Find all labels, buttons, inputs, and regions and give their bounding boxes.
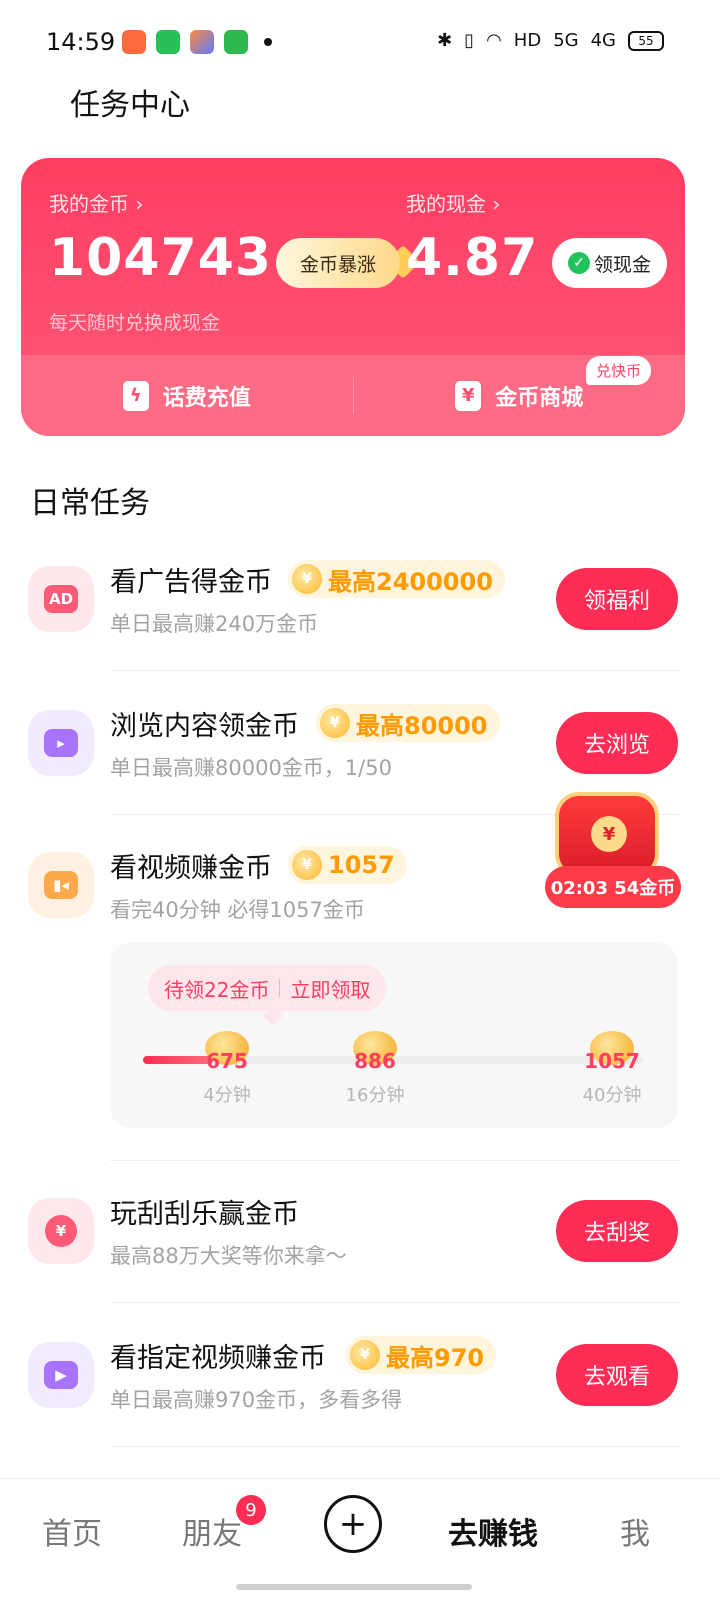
claim-welfare-button[interactable]: 领福利 bbox=[556, 568, 678, 630]
task-subtitle: 单日最高赚970金币，多看多得 bbox=[110, 1388, 403, 1412]
task-subtitle: 看完40分钟 必得1057金币 bbox=[110, 898, 365, 922]
chest-timer[interactable]: 02:03 54金币 bbox=[545, 866, 681, 908]
video-icon: ▮◂ bbox=[28, 852, 94, 918]
lightning-icon: ϟ bbox=[122, 380, 149, 411]
reward-text: 最高970 bbox=[386, 1343, 485, 1372]
milestone-3: 1057 40分钟 bbox=[572, 1031, 652, 1107]
pending-text: 待领22金币 bbox=[164, 977, 270, 1002]
coin-icon: ¥ bbox=[292, 850, 322, 880]
claim-cash-label: 领现金 bbox=[593, 253, 651, 276]
reward-pill: ¥ 1057 bbox=[288, 846, 407, 884]
reward-pill: ¥ 最高970 bbox=[346, 1336, 497, 1374]
signal-4g-label: 4G bbox=[590, 30, 616, 51]
more-notifications-icon bbox=[264, 38, 272, 46]
page-title: 任务中心 bbox=[70, 88, 190, 123]
battery-icon: 55 bbox=[628, 30, 664, 51]
vibrate-icon: ▯ bbox=[464, 30, 475, 51]
mall-badge: 兑快币 bbox=[585, 356, 651, 385]
friends-badge: 9 bbox=[236, 1495, 266, 1525]
milestone-value: 886 bbox=[354, 1049, 396, 1073]
go-scratch-button[interactable]: 去刮奖 bbox=[556, 1200, 678, 1262]
wechat-icon: ✓ bbox=[567, 252, 590, 274]
reward-pill: ¥ 最高80000 bbox=[316, 704, 500, 742]
bluetooth-icon: ✱ bbox=[437, 30, 453, 51]
coin-icon: ¥ bbox=[320, 708, 350, 738]
go-browse-button[interactable]: 去浏览 bbox=[556, 712, 678, 774]
reward-text: 1057 bbox=[328, 851, 395, 879]
reward-text: 最高80000 bbox=[356, 711, 488, 740]
home-indicator bbox=[236, 1584, 472, 1590]
battery-level: 55 bbox=[638, 33, 654, 48]
task-subtitle: 单日最高赚240万金币 bbox=[110, 612, 319, 636]
task-divider bbox=[110, 1446, 680, 1447]
task-divider bbox=[110, 670, 680, 671]
ad-label: AD bbox=[44, 585, 78, 613]
wifi-icon: ◠ bbox=[486, 30, 502, 51]
status-app-icons bbox=[122, 30, 272, 54]
section-title: 日常任务 bbox=[30, 486, 150, 521]
milestone-time: 40分钟 bbox=[582, 1085, 642, 1106]
pending-reward-bubble[interactable]: 待领22金币 立即领取 bbox=[148, 965, 387, 1011]
nav-me[interactable]: 我 bbox=[620, 1509, 650, 1553]
task-title: 看指定视频赚金币 bbox=[110, 1343, 326, 1374]
task-subtitle: 最高88万大奖等你来拿～ bbox=[110, 1244, 347, 1268]
scratch-card-icon: ¥ bbox=[28, 1198, 94, 1264]
milestone-value: 1057 bbox=[584, 1049, 640, 1073]
signal-5g-label: 5G bbox=[553, 30, 579, 51]
coin-mall-label: 金币商城 bbox=[495, 385, 584, 411]
task-title: 看视频赚金币 bbox=[110, 853, 272, 884]
task-divider bbox=[110, 1302, 680, 1303]
cash-value: 4.87 bbox=[406, 228, 539, 288]
milestone-time: 4分钟 bbox=[203, 1085, 251, 1106]
claim-now-link[interactable]: 立即领取 bbox=[290, 974, 370, 1003]
milestone-time: 16分钟 bbox=[345, 1085, 405, 1106]
task-title: 看广告得金币 bbox=[110, 567, 272, 598]
milestone-value: 675 bbox=[206, 1049, 248, 1073]
browser-app-icon bbox=[190, 30, 214, 54]
milestone-2: 886 16分钟 bbox=[335, 1031, 415, 1107]
status-bar: 14:59 ✱ ▯ ◠ HD 5G 4G 55 bbox=[0, 0, 720, 86]
milestone-1: 675 4分钟 bbox=[187, 1031, 267, 1107]
nav-home[interactable]: 首页 bbox=[42, 1509, 102, 1553]
bottom-nav: 首页 朋友 9 + 去赚钱 我 bbox=[0, 1478, 720, 1600]
phone-recharge-button[interactable]: ϟ 话费充值 bbox=[21, 355, 353, 436]
coin-icon: ¥ bbox=[292, 564, 322, 594]
wallet-card: 我的金币 › 104743 金币暴涨 我的现金 › 4.87 ✓ 领现金 每天随… bbox=[21, 158, 685, 436]
reward-text: 最高2400000 bbox=[328, 567, 493, 596]
hd-label: HD bbox=[513, 30, 542, 51]
yen-ticket-icon: ¥ bbox=[455, 380, 482, 411]
nav-earn[interactable]: 去赚钱 bbox=[448, 1509, 538, 1553]
status-time: 14:59 bbox=[46, 28, 116, 56]
play-icon: ▶ bbox=[28, 1342, 94, 1408]
go-watch-button[interactable]: 去观看 bbox=[556, 1344, 678, 1406]
app-notification-icon bbox=[122, 30, 146, 54]
video-progress-panel: 待领22金币 立即领取 675 4分钟 886 16分钟 1057 40分钟 bbox=[110, 943, 678, 1128]
coins-section[interactable]: 我的金币 › bbox=[49, 188, 143, 217]
task-title: 浏览内容领金币 bbox=[110, 711, 299, 742]
status-indicators: ✱ ▯ ◠ HD 5G 4G 55 bbox=[437, 30, 664, 51]
phone-app-icon bbox=[156, 30, 180, 54]
wallet-subtitle: 每天随时兑换成现金 bbox=[49, 312, 221, 334]
reward-pill: ¥ 最高2400000 bbox=[288, 560, 505, 598]
bubble-separator bbox=[279, 979, 281, 997]
nav-friends[interactable]: 朋友 bbox=[182, 1509, 242, 1553]
coin-boost-button[interactable]: 金币暴涨 bbox=[276, 238, 400, 288]
phone-recharge-label: 话费充值 bbox=[162, 385, 251, 411]
coin-icon: ¥ bbox=[350, 1340, 380, 1370]
coins-value: 104743 bbox=[49, 228, 273, 288]
yen-lock-icon: ¥ bbox=[591, 816, 627, 852]
video-camera-icon: ▸ bbox=[28, 710, 94, 776]
claim-cash-button[interactable]: ✓ 领现金 bbox=[552, 238, 667, 288]
create-plus-button[interactable]: + bbox=[324, 1495, 382, 1553]
task-subtitle: 单日最高赚80000金币，1/50 bbox=[110, 756, 392, 780]
store-app-icon bbox=[224, 30, 248, 54]
task-divider bbox=[110, 1160, 680, 1161]
task-title: 玩刮刮乐赢金币 bbox=[110, 1199, 299, 1230]
ad-task-icon: AD bbox=[28, 566, 94, 632]
cash-label[interactable]: 我的现金 › bbox=[406, 188, 500, 217]
coins-label[interactable]: 我的金币 › bbox=[49, 188, 143, 217]
